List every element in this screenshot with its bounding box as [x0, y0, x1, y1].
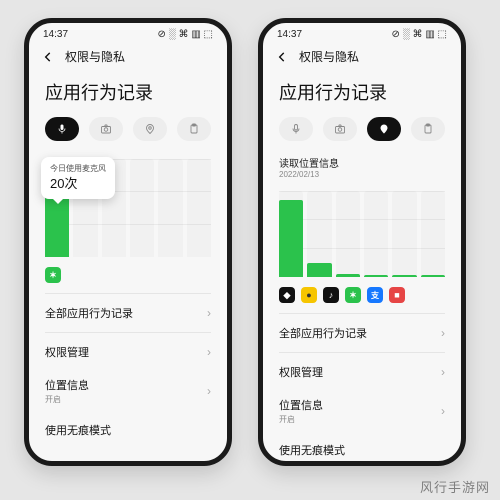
app-alipay[interactable]: 支	[367, 287, 383, 303]
camera-icon	[100, 123, 112, 135]
back-icon	[275, 50, 289, 64]
back-icon	[41, 50, 55, 64]
list-label: 权限管理	[279, 364, 323, 380]
clipboard-icon	[422, 123, 434, 135]
list-sublabel: 开启	[279, 414, 323, 425]
tab-clipboard[interactable]	[411, 117, 445, 141]
bar-0[interactable]	[279, 200, 303, 277]
phone-left: 14:37 ⊘ ░ ⌘ ▥ ⬚ 权限与隐私 应用行为记录 今日使用麦克风 20次	[24, 18, 232, 466]
app-wechat[interactable]: ✶	[345, 287, 361, 303]
tab-location[interactable]	[133, 117, 167, 141]
list-all-records[interactable]: 全部应用行为记录 ›	[263, 314, 461, 352]
status-indicators: ⊘ ░ ⌘ ▥ ⬚	[392, 29, 447, 40]
chevron-right-icon: ›	[441, 326, 445, 340]
tooltip-label: 今日使用麦克风	[50, 164, 106, 175]
tab-location[interactable]	[367, 117, 401, 141]
list-permission-mgmt[interactable]: 权限管理 ›	[263, 353, 461, 391]
list-location-info[interactable]: 位置信息 开启 ›	[29, 371, 227, 416]
list-sublabel: 开启	[45, 394, 89, 405]
list-bottom[interactable]: 使用无痕模式	[29, 416, 227, 449]
list-label: 位置信息	[279, 397, 323, 413]
chevron-right-icon: ›	[207, 306, 211, 320]
status-indicators: ⊘ ░ ⌘ ▥ ⬚	[158, 29, 213, 40]
tab-mic[interactable]	[279, 117, 313, 141]
list-label: 使用无痕模式	[279, 442, 345, 458]
app-1[interactable]: ◆	[279, 287, 295, 303]
camera-icon	[334, 123, 346, 135]
nav-title: 权限与隐私	[299, 48, 359, 65]
app-douyin[interactable]: ♪	[323, 287, 339, 303]
chevron-right-icon: ›	[441, 365, 445, 379]
category-tabs	[29, 117, 227, 153]
list-label: 全部应用行为记录	[45, 305, 133, 321]
category-tabs	[263, 117, 461, 153]
list-label: 使用无痕模式	[45, 422, 111, 438]
tooltip-value: 20次	[50, 175, 106, 193]
phone-right: 14:37 ⊘ ░ ⌘ ▥ ⬚ 权限与隐私 应用行为记录 读取位置信息 2022…	[258, 18, 466, 466]
chevron-right-icon: ›	[441, 404, 445, 418]
mic-icon	[56, 123, 68, 135]
status-bar: 14:37 ⊘ ░ ⌘ ▥ ⬚	[263, 23, 461, 42]
page-title: 应用行为记录	[29, 69, 227, 117]
list-label: 权限管理	[45, 344, 89, 360]
bar-2[interactable]	[336, 274, 360, 277]
status-time: 14:37	[277, 29, 302, 40]
clipboard-icon	[188, 123, 200, 135]
nav-title: 权限与隐私	[65, 48, 125, 65]
list-permission-mgmt[interactable]: 权限管理 ›	[29, 333, 227, 371]
bar-3[interactable]	[364, 275, 388, 277]
section-label: 读取位置信息	[263, 153, 461, 170]
usage-tooltip: 今日使用麦克风 20次	[41, 157, 115, 199]
app-2[interactable]: ●	[301, 287, 317, 303]
mic-icon	[290, 123, 302, 135]
section-date: 2022/02/13	[263, 170, 461, 185]
nav-back[interactable]: 权限与隐私	[263, 42, 461, 69]
list-label: 位置信息	[45, 377, 89, 393]
app-icons-right: ◆ ● ♪ ✶ 支 ■	[263, 283, 461, 313]
usage-chart-right	[279, 191, 445, 277]
app-icons-left: ✶	[29, 263, 227, 293]
tab-camera[interactable]	[89, 117, 123, 141]
watermark: 风行手游网	[420, 477, 490, 496]
app-wechat[interactable]: ✶	[45, 267, 61, 283]
bar-5[interactable]	[421, 275, 445, 277]
tab-clipboard[interactable]	[177, 117, 211, 141]
nav-back[interactable]: 权限与隐私	[29, 42, 227, 69]
tab-mic[interactable]	[45, 117, 79, 141]
chevron-right-icon: ›	[207, 384, 211, 398]
status-bar: 14:37 ⊘ ░ ⌘ ▥ ⬚	[29, 23, 227, 42]
bar-4[interactable]	[392, 275, 416, 277]
list-location-info[interactable]: 位置信息 开启 ›	[263, 391, 461, 436]
status-time: 14:37	[43, 29, 68, 40]
chevron-right-icon: ›	[207, 345, 211, 359]
list-label: 全部应用行为记录	[279, 325, 367, 341]
tab-camera[interactable]	[323, 117, 357, 141]
page-title: 应用行为记录	[263, 69, 461, 117]
list-bottom[interactable]: 使用无痕模式	[263, 436, 461, 466]
app-6[interactable]: ■	[389, 287, 405, 303]
bar-1[interactable]	[307, 263, 331, 277]
location-icon	[144, 123, 156, 135]
list-all-records[interactable]: 全部应用行为记录 ›	[29, 294, 227, 332]
location-icon	[378, 123, 390, 135]
